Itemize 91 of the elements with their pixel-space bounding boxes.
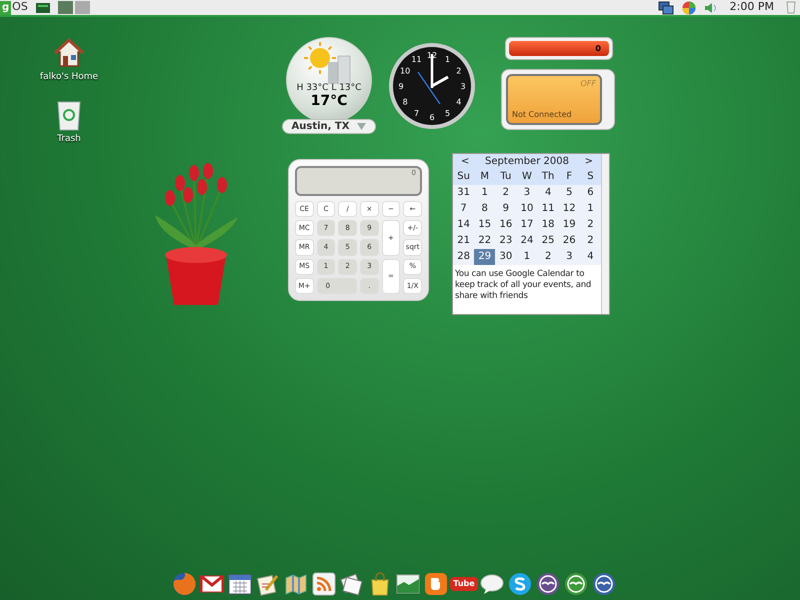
landscape-icon[interactable] [396, 572, 420, 596]
day-cell[interactable]: 7 [453, 201, 474, 217]
day-cell[interactable]: 23 [495, 233, 516, 249]
day-cell[interactable]: 3 [558, 249, 580, 265]
scrollbar[interactable] [601, 154, 609, 314]
day-cell[interactable]: 9 [495, 201, 516, 217]
weekday-label: Su [456, 170, 471, 184]
notepad-icon[interactable] [256, 572, 280, 596]
location-dropdown[interactable]: Austin, TX [282, 119, 376, 134]
day-cell[interactable]: 2 [538, 249, 559, 265]
clock-numeral: 10 [400, 66, 410, 76]
second-hand [418, 72, 440, 104]
day-cell[interactable]: 5 [558, 185, 580, 201]
house-icon[interactable] [53, 37, 85, 69]
day-cell[interactable]: 22 [474, 233, 496, 249]
clock-numeral: 2 [456, 66, 462, 76]
hour-hand [431, 76, 449, 88]
next-month-button[interactable]: > [584, 154, 593, 169]
workspace-switcher[interactable] [58, 1, 73, 14]
weekday-label: Th [540, 170, 556, 184]
day-cell[interactable]: 26 [558, 233, 580, 249]
month-title: September 2008 [485, 155, 569, 169]
icon-label: Trash [57, 132, 81, 146]
gull-icon[interactable] [564, 572, 588, 596]
speech-bubble-icon[interactable] [480, 572, 504, 596]
day-cell[interactable]: 29 [474, 249, 496, 265]
clock-numeral: 5 [444, 108, 450, 118]
weekday-label: W [521, 170, 533, 184]
day-cell[interactable]: 16 [495, 217, 516, 233]
phone-app-icon[interactable] [508, 572, 532, 596]
speaker-icon[interactable] [704, 2, 718, 14]
clock-numeral: 8 [402, 98, 408, 106]
network-icon[interactable] [658, 0, 674, 14]
day-cell[interactable]: 3 [516, 185, 538, 201]
colored-ball-icon[interactable] [682, 0, 696, 14]
weekday-label: S [586, 170, 595, 184]
day-cell[interactable]: 21 [453, 233, 474, 249]
current-temperature: 17°C [310, 93, 348, 110]
calendar-note: You can use Google Calendar to keep track of all your events, and share with friends [454, 268, 592, 302]
connection-status: Not Connected [512, 109, 573, 121]
day-cell[interactable]: 11 [538, 201, 559, 217]
day-cell[interactable]: 25 [538, 233, 559, 249]
weekday-label: M [479, 170, 490, 184]
day-cell[interactable]: 1 [474, 185, 496, 201]
blog-icon[interactable] [424, 572, 448, 596]
gull-icon[interactable] [536, 572, 560, 596]
workspace-switcher[interactable] [74, 1, 90, 14]
clock-numeral: 9 [398, 82, 404, 91]
day-cell[interactable]: 6 [580, 185, 601, 201]
map-icon[interactable] [284, 572, 308, 596]
feed-icon[interactable] [312, 572, 336, 596]
day-cell[interactable]: 30 [495, 249, 516, 265]
day-cell[interactable]: 24 [516, 233, 538, 249]
menu-button[interactable]: g OS [0, 0, 32, 15]
day-cell[interactable]: 18 [538, 217, 559, 233]
day-cell[interactable]: 31 [453, 185, 474, 201]
icon-label: falko's Home [40, 71, 98, 84]
high-low-temperature: H 33°C L 13°C [296, 84, 362, 93]
day-cell[interactable]: 2 [580, 233, 601, 249]
weekday-label: F [565, 170, 574, 184]
clock-numeral: 1 [444, 55, 450, 64]
day-cell[interactable]: 15 [474, 217, 496, 233]
clock-numeral: 12 [426, 51, 438, 60]
day-cell[interactable]: 8 [474, 201, 496, 217]
day-cell[interactable]: 2 [495, 185, 516, 201]
day-cell[interactable]: 1 [580, 201, 601, 217]
clock-numeral: 6 [429, 113, 435, 122]
clock-numeral: 7 [414, 108, 420, 118]
day-cell[interactable]: 28 [453, 249, 474, 265]
previous-month-button[interactable]: < [461, 154, 470, 169]
clock-numeral: 11 [411, 55, 422, 64]
terminal-icon[interactable] [36, 2, 50, 12]
day-cell[interactable]: 12 [558, 201, 580, 217]
weekday-label: Tu [499, 170, 512, 184]
gull-icon[interactable] [592, 572, 616, 596]
meter-reading: 0 [595, 42, 601, 54]
clock-numeral: 3 [460, 82, 466, 91]
day-cell[interactable]: 4 [580, 249, 601, 265]
video-badge[interactable]: Tube [450, 577, 478, 591]
panel-clock[interactable]: 2:00 PM [730, 0, 774, 16]
day-cell[interactable]: 10 [516, 201, 538, 217]
clock-numeral: 4 [456, 98, 462, 106]
power-label: OFF [580, 78, 596, 90]
day-cell[interactable]: 1 [516, 249, 538, 265]
day-cell[interactable]: 17 [516, 217, 538, 233]
day-cell[interactable]: 19 [558, 217, 580, 233]
trash-icon[interactable] [56, 98, 82, 130]
day-cell[interactable]: 4 [538, 185, 559, 201]
calendar-icon[interactable] [228, 572, 252, 596]
day-cell[interactable]: 2 [580, 217, 601, 233]
day-cell[interactable]: 14 [453, 217, 474, 233]
